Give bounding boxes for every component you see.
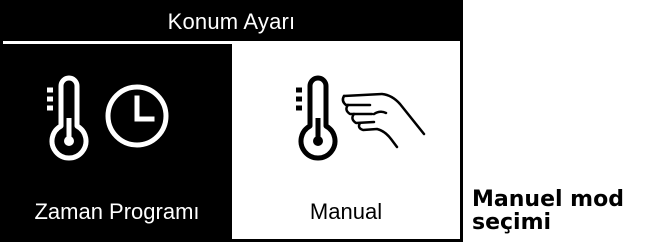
option-time-program[interactable]: Zaman Programı	[3, 44, 231, 239]
option-manual-icons	[232, 72, 460, 162]
caption-line-1: Manuel mod	[472, 187, 624, 212]
screen-title: Konum Ayarı	[3, 3, 460, 41]
figure-caption: Manuel mod seçimi	[472, 188, 648, 234]
thermometer-icon	[296, 75, 338, 161]
option-time-program-label: Zaman Programı	[34, 199, 200, 224]
clock-icon	[105, 84, 169, 148]
option-manual-label: Manual	[309, 199, 383, 224]
hand-icon	[341, 92, 426, 149]
thermometer-icon	[47, 75, 89, 161]
option-manual[interactable]: Manual	[232, 44, 460, 239]
option-time-program-icons	[3, 72, 231, 162]
caption-line-2: seçimi	[472, 210, 552, 235]
mode-setting-screen: Konum Ayarı Zaman Programı Manual	[0, 0, 463, 242]
